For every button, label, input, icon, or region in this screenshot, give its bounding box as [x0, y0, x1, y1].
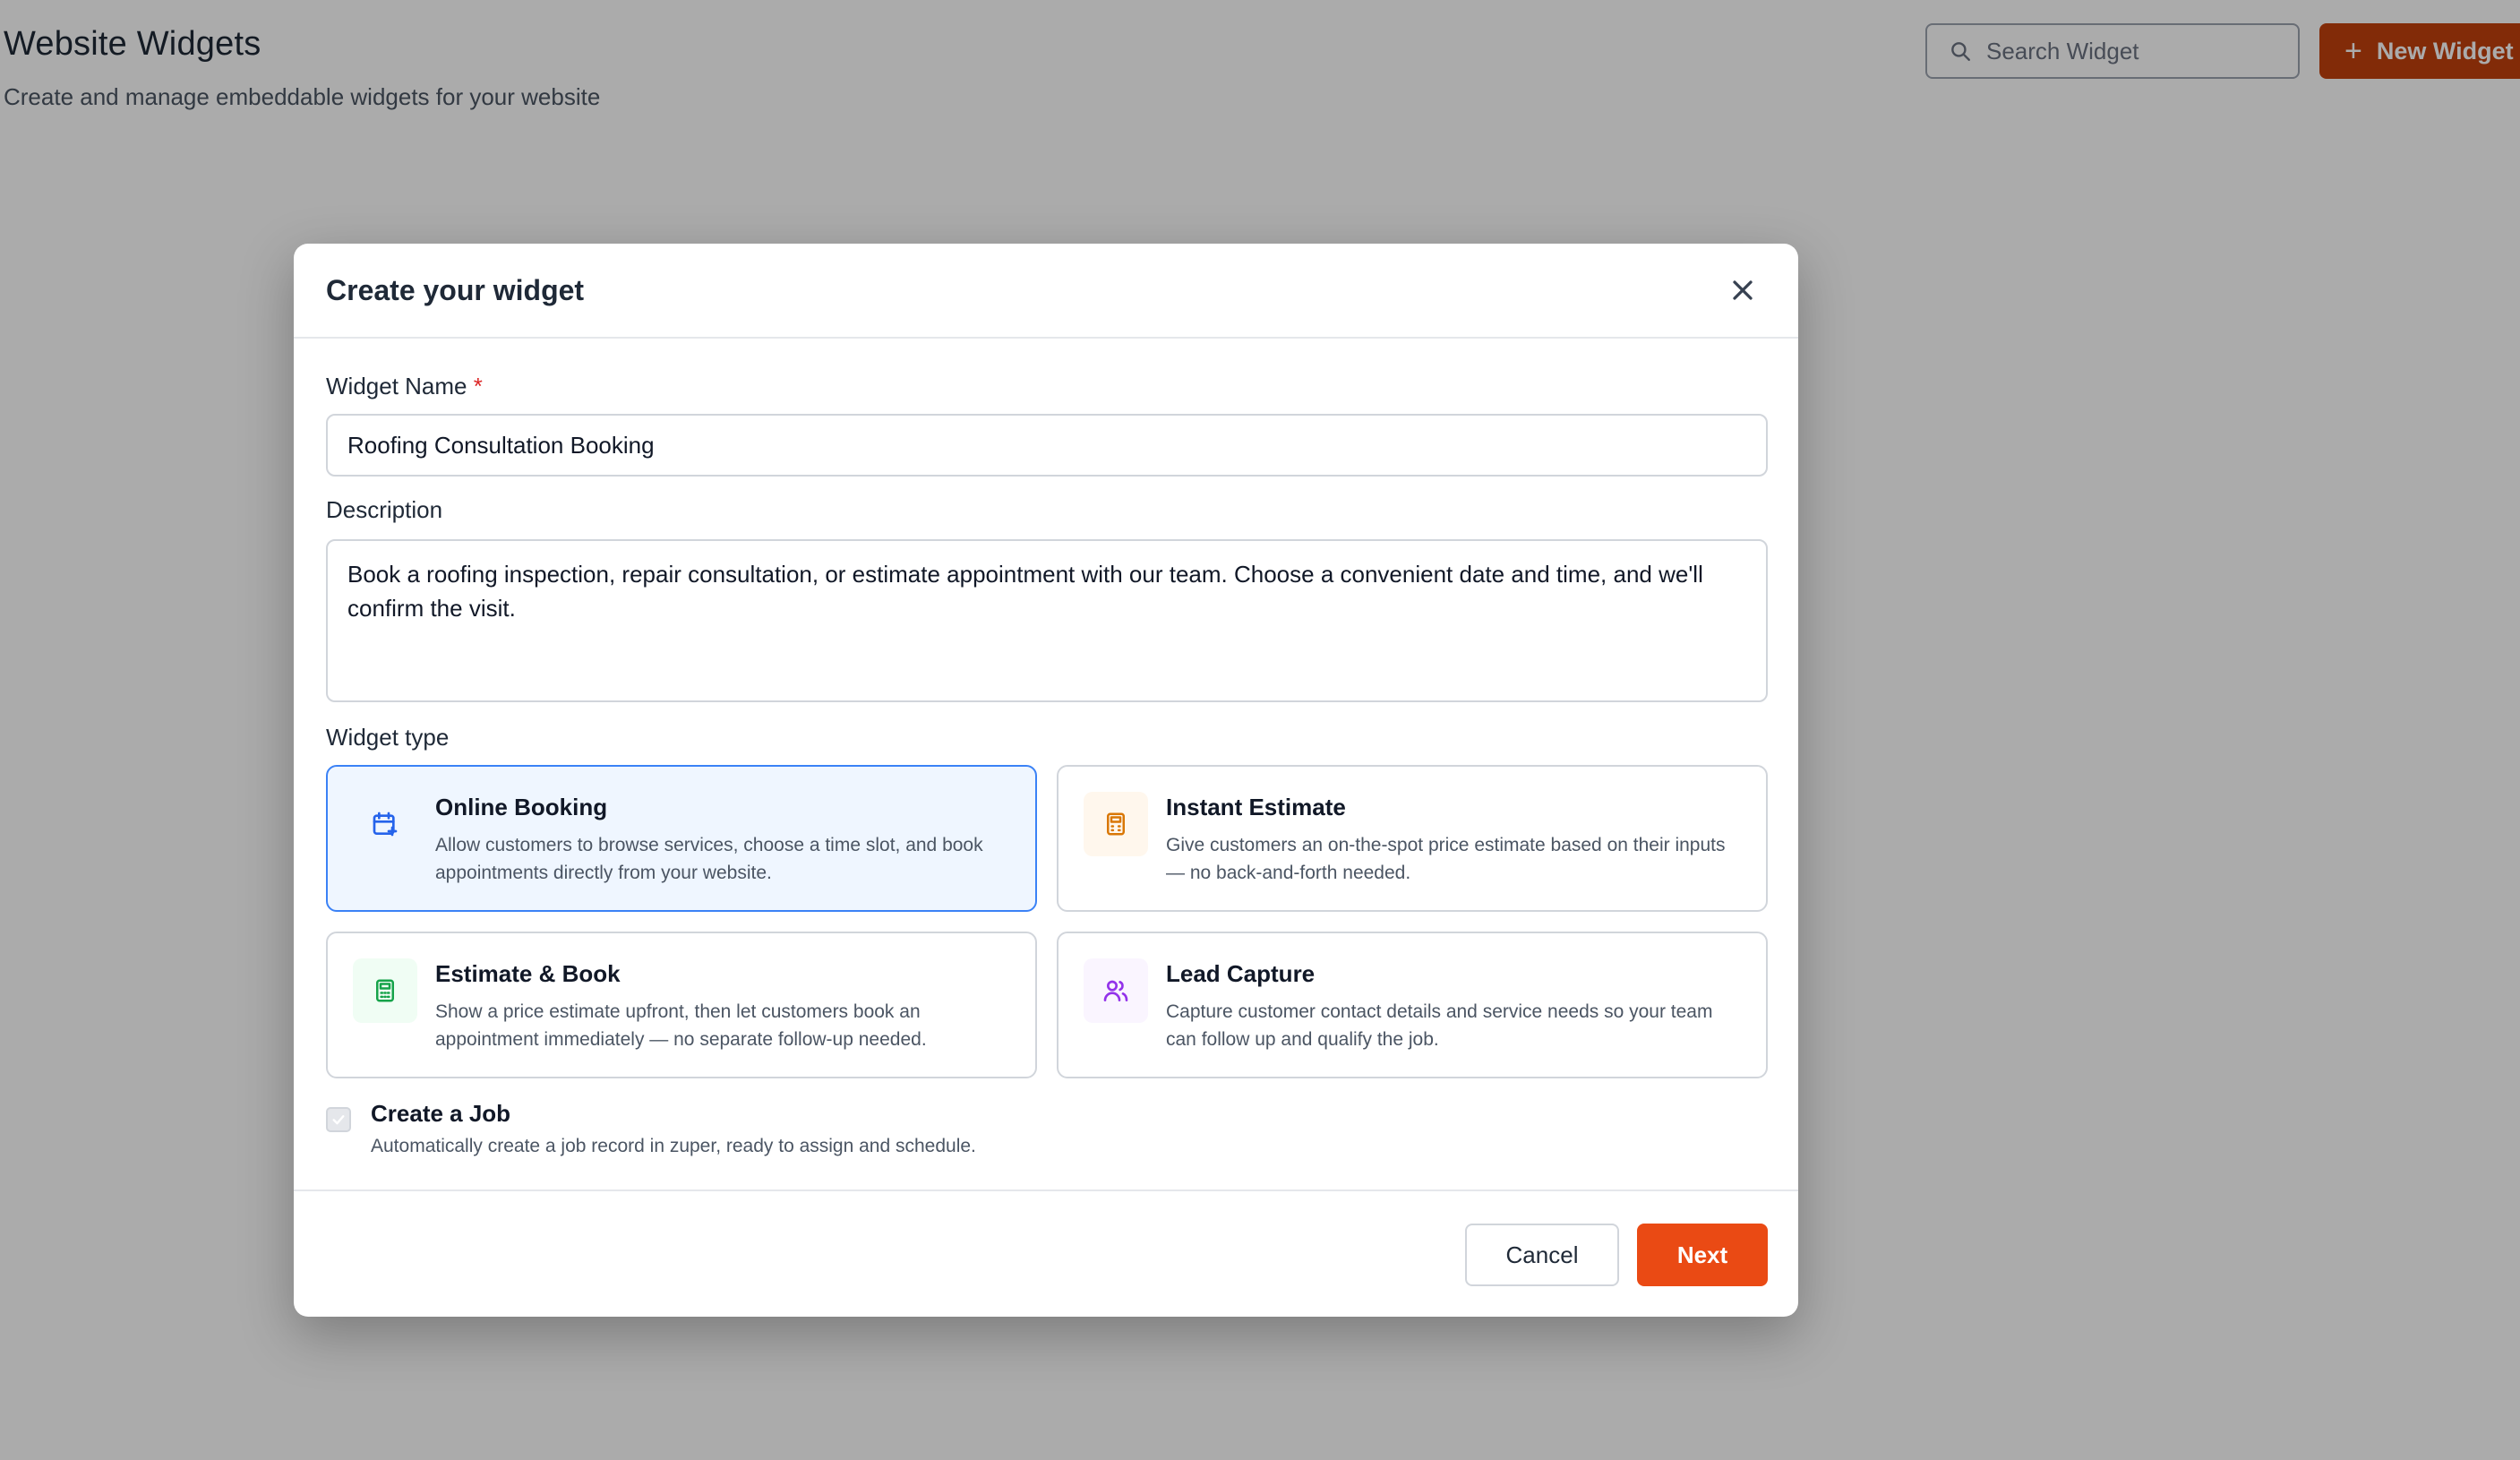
widget-name-label: Widget Name * — [326, 373, 483, 400]
modal-footer: Cancel Next — [294, 1189, 1798, 1317]
description-textarea[interactable]: Book a roofing inspection, repair consul… — [326, 539, 1768, 702]
create-job-checkbox[interactable] — [326, 1107, 351, 1132]
widget-type-title: Estimate & Book — [435, 960, 621, 987]
create-job-label: Create a Job — [371, 1100, 511, 1127]
widget-type-description: Give customers an on-the-spot price esti… — [1166, 835, 1726, 883]
widget-name-label-text: Widget Name — [326, 373, 467, 399]
widget-type-label: Widget type — [326, 724, 450, 751]
next-button[interactable]: Next — [1637, 1224, 1768, 1286]
widget-type-title: Instant Estimate — [1166, 794, 1346, 820]
widget-type-description: Allow customers to browse services, choo… — [435, 835, 983, 883]
calendar-plus-icon — [373, 812, 398, 837]
widget-type-title: Online Booking — [435, 794, 608, 820]
instant-estimate-icon-wrap — [1084, 792, 1148, 856]
description-label: Description — [326, 496, 443, 523]
required-marker: * — [473, 373, 483, 399]
close-button[interactable] — [1727, 274, 1759, 306]
calculator-icon — [1107, 812, 1125, 836]
widget-type-online-booking[interactable]: Online Booking Allow customers to browse… — [326, 765, 1037, 912]
widget-type-description: Capture customer contact details and ser… — [1166, 1001, 1713, 1050]
online-booking-icon-wrap — [353, 792, 417, 856]
cancel-button[interactable]: Cancel — [1465, 1224, 1619, 1286]
modal-header: Create your widget — [294, 244, 1798, 339]
estimate-book-icon-wrap — [353, 958, 417, 1023]
widget-type-estimate-and-book[interactable]: Estimate & Book Show a price estimate up… — [326, 932, 1037, 1078]
create-job-description: Automatically create a job record in zup… — [371, 1136, 976, 1156]
create-widget-modal: Create your widget Widget Name * Descrip… — [294, 244, 1798, 1317]
widget-type-description: Show a price estimate upfront, then let … — [435, 1001, 927, 1050]
widget-type-lead-capture[interactable]: Lead Capture Capture customer contact de… — [1057, 932, 1768, 1078]
lead-capture-icon-wrap — [1084, 958, 1148, 1023]
widget-name-input[interactable] — [326, 414, 1768, 477]
close-icon — [1733, 280, 1753, 300]
widget-type-instant-estimate[interactable]: Instant Estimate Give customers an on-th… — [1057, 765, 1768, 912]
widget-type-title: Lead Capture — [1166, 960, 1316, 987]
users-icon — [1103, 980, 1128, 1001]
modal-title: Create your widget — [326, 274, 585, 306]
calculator-icon — [376, 979, 394, 1002]
check-icon — [332, 1115, 345, 1125]
